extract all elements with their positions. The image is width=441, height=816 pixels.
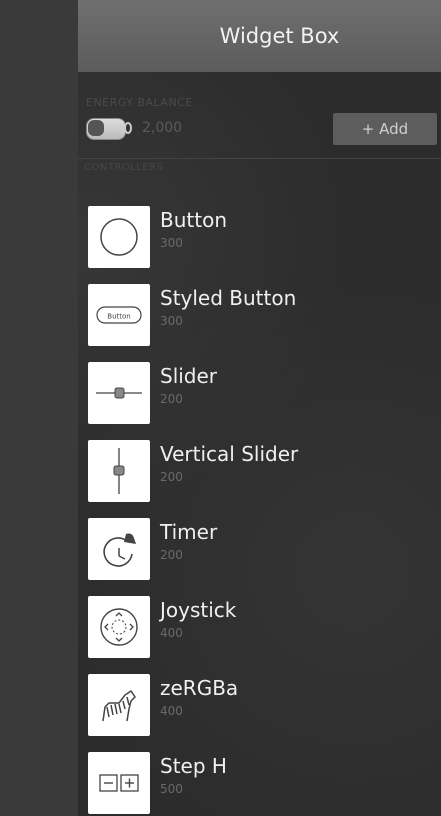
widget-name: Joystick	[160, 598, 237, 622]
page-title: Widget Box	[219, 24, 340, 48]
slider-icon	[88, 362, 150, 424]
circle-icon	[88, 206, 150, 268]
widget-item-zergba[interactable]: zeRGBa 400	[88, 674, 428, 738]
joystick-icon	[88, 596, 150, 658]
widget-price: 200	[160, 548, 183, 562]
section-caption: CONTROLLERS	[84, 162, 164, 173]
energy-amount: 2,000	[142, 120, 183, 136]
widget-item-vertical-slider[interactable]: Vertical Slider 200	[88, 440, 428, 504]
widget-name: Vertical Slider	[160, 442, 299, 466]
widget-price: 500	[160, 782, 183, 796]
widget-item-styled-button[interactable]: Button Styled Button 300	[88, 284, 428, 348]
styled-button-icon: Button	[88, 284, 150, 346]
widget-name: zeRGBa	[160, 676, 239, 700]
widget-name: Styled Button	[160, 286, 297, 310]
step-h-icon	[88, 752, 150, 814]
widget-item-button[interactable]: Button 300	[88, 206, 428, 270]
widget-name: Step H	[160, 754, 227, 778]
widget-name: Timer	[160, 520, 218, 544]
widget-item-step-h[interactable]: Step H 500	[88, 752, 428, 816]
widget-name: Button	[160, 208, 227, 232]
battery-icon	[86, 116, 132, 140]
widget-item-timer[interactable]: Timer 200	[88, 518, 428, 582]
widget-price: 300	[160, 314, 183, 328]
add-energy-button[interactable]: + Add	[333, 113, 437, 145]
widget-price: 200	[160, 392, 183, 406]
widget-price: 400	[160, 704, 183, 718]
timer-icon	[88, 518, 150, 580]
widget-price: 200	[160, 470, 183, 484]
energy-caption: ENERGY BALANCE	[86, 96, 193, 109]
vertical-slider-icon	[88, 440, 150, 502]
widget-item-joystick[interactable]: Joystick 400	[88, 596, 428, 660]
left-panel	[0, 0, 78, 816]
zebra-icon	[88, 674, 150, 736]
widget-name: Slider	[160, 364, 218, 388]
widget-price: 400	[160, 626, 183, 640]
divider	[78, 158, 441, 159]
svg-text:Button: Button	[107, 313, 130, 321]
widget-item-slider[interactable]: Slider 200	[88, 362, 428, 426]
header: Widget Box	[78, 0, 441, 72]
widget-price: 300	[160, 236, 183, 250]
